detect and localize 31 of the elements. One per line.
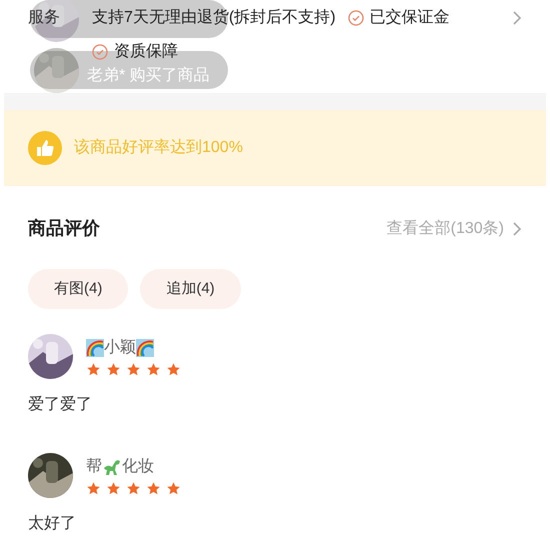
star-icon xyxy=(106,362,121,377)
review-text: 爱了爱了 xyxy=(28,394,93,415)
service-guarantee: 资质保障 xyxy=(114,42,178,62)
reviewer-name: 小颖 xyxy=(104,338,136,358)
chevron-right-icon xyxy=(512,11,522,25)
star-icon xyxy=(126,362,141,377)
star-icon xyxy=(86,481,101,496)
star-icon xyxy=(126,481,141,496)
reviewer-name: 化妆 xyxy=(122,457,154,477)
review-text: 太好了 xyxy=(28,514,77,534)
star-icon xyxy=(166,481,181,496)
banner-text: 该商品好评率达到100% xyxy=(74,138,243,158)
star-icon xyxy=(86,362,101,377)
check-circle-icon xyxy=(348,10,364,26)
thumbs-up-icon xyxy=(28,131,62,165)
dinosaur-icon xyxy=(102,458,122,476)
service-guarantee: 支持7天无理由退货(拆封后不支持) xyxy=(92,8,336,28)
chevron-right-icon xyxy=(512,222,522,236)
rainbow-icon xyxy=(86,339,104,357)
services-label: 服务 xyxy=(28,8,60,28)
filter-chip[interactable]: 追加(4) xyxy=(140,269,241,309)
check-circle-icon xyxy=(92,44,108,60)
star-icon xyxy=(146,481,161,496)
star-icon xyxy=(166,362,181,377)
service-guarantee: 已交保证金 xyxy=(370,8,450,28)
star-icon xyxy=(106,481,121,496)
filter-chip[interactable]: 有图(4) xyxy=(28,269,128,309)
reviewer-name: 帮 xyxy=(86,457,102,477)
star-icon xyxy=(146,362,161,377)
section-title: 商品评价 xyxy=(28,217,100,240)
rainbow-icon xyxy=(136,339,154,357)
